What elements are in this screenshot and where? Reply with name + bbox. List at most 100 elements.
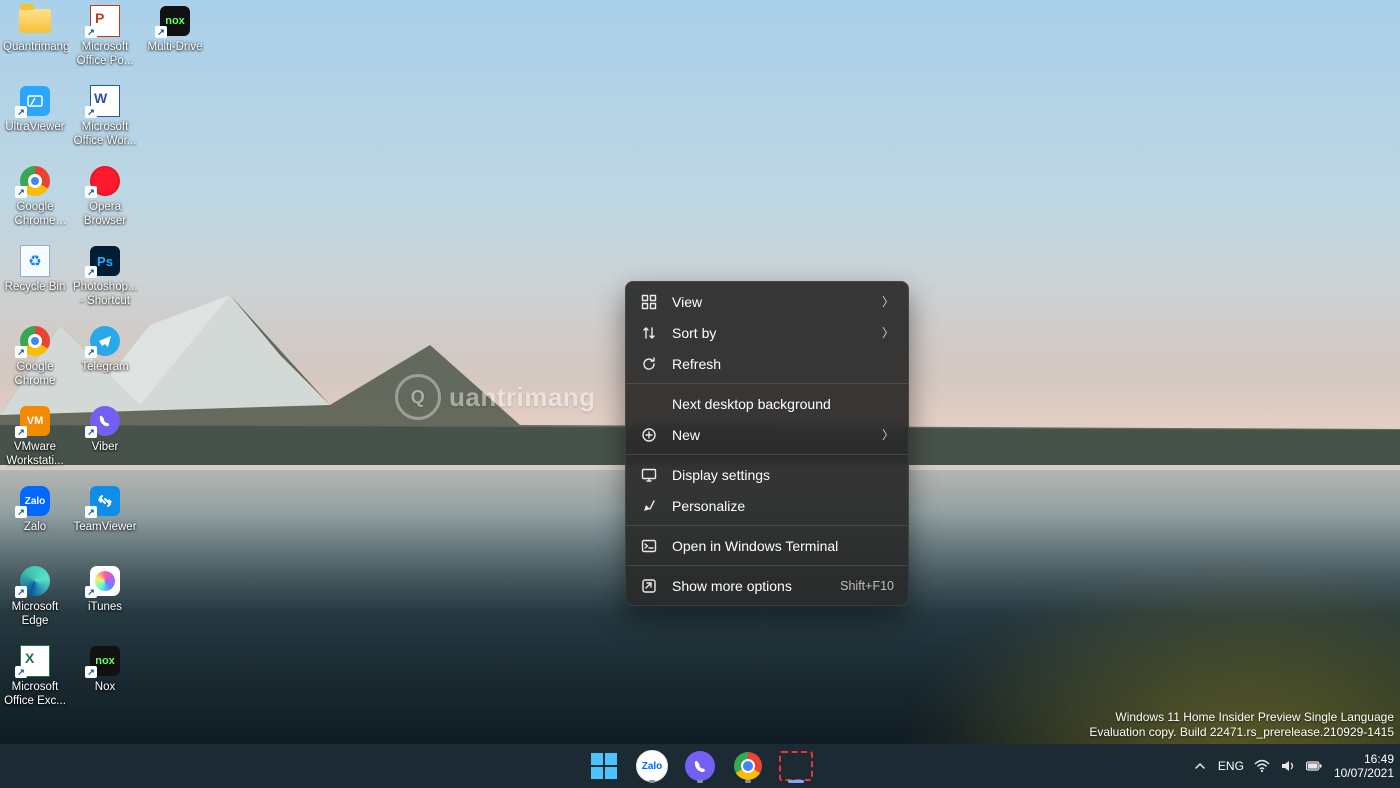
refresh-icon <box>640 355 658 373</box>
context-menu-label: Sort by <box>672 325 868 341</box>
context-menu-view[interactable]: View 〉 <box>626 286 908 317</box>
start-button[interactable] <box>584 746 624 786</box>
desktop-icon-label: Google Chrome Dev <box>2 200 68 228</box>
chrome-icon <box>18 324 52 358</box>
desktop-icon-teamviewer[interactable]: TeamViewer <box>72 484 138 534</box>
taskbar-chrome[interactable] <box>728 746 768 786</box>
desktop-icon-viber[interactable]: Viber <box>72 404 138 454</box>
desktop-icon-edge[interactable]: Microsoft Edge <box>2 564 68 628</box>
desktop-icon-itunes[interactable]: iTunes <box>72 564 138 614</box>
new-icon <box>640 426 658 444</box>
context-menu-next-bg[interactable]: Next desktop background <box>626 388 908 419</box>
desktop-icon-label: Microsoft Office Exc... <box>2 680 68 708</box>
shortcut-overlay-icon <box>15 426 27 438</box>
ms-ppt-icon <box>88 4 122 38</box>
desktop[interactable]: Quantrimang Microsoft Office Po... nox Mult… <box>0 0 1400 788</box>
context-menu-personalize[interactable]: Personalize <box>626 490 908 521</box>
viber-icon <box>88 404 122 438</box>
shortcut-overlay-icon <box>85 266 97 278</box>
desktop-icon-label: Viber <box>72 440 138 454</box>
multi-drive-icon: nox <box>158 4 192 38</box>
context-menu-refresh[interactable]: Refresh <box>626 348 908 379</box>
shortcut-overlay-icon <box>85 186 97 198</box>
desktop-icon-label: iTunes <box>72 600 138 614</box>
wifi-icon[interactable] <box>1254 758 1270 774</box>
taskbar-system-tray[interactable]: ENG 16:49 10/07/2021 <box>1192 744 1394 788</box>
desktop-context-menu[interactable]: View 〉 Sort by 〉 Refresh Next desktop backgro… <box>625 281 909 606</box>
desktop-icon-chrome[interactable]: Google Chrome <box>2 324 68 388</box>
tray-language[interactable]: ENG <box>1218 759 1244 773</box>
desktop-icon-label: Telegram <box>72 360 138 374</box>
context-menu-label: Refresh <box>672 356 894 372</box>
context-menu-separator <box>626 383 908 384</box>
recycle-bin-icon <box>18 244 52 278</box>
view-icon <box>640 293 658 311</box>
desktop-icon-label: Recycle Bin <box>2 280 68 294</box>
taskbar-zalo[interactable]: Zalo <box>632 746 672 786</box>
watermark-line-1: Windows 11 Home Insider Preview Single L… <box>1089 710 1394 725</box>
context-menu-terminal[interactable]: Open in Windows Terminal <box>626 530 908 561</box>
windows-build-watermark: Windows 11 Home Insider Preview Single L… <box>1089 710 1394 740</box>
taskbar-clock[interactable]: 16:49 10/07/2021 <box>1334 752 1394 780</box>
desktop-icon-ms-ppt[interactable]: Microsoft Office Po... <box>72 4 138 68</box>
desktop-icon-ms-excel[interactable]: Microsoft Office Exc... <box>2 644 68 708</box>
context-menu-display[interactable]: Display settings <box>626 459 908 490</box>
shortcut-overlay-icon <box>15 666 27 678</box>
shortcut-overlay-icon <box>85 666 97 678</box>
more-icon <box>640 577 658 595</box>
desktop-icon-opera[interactable]: Opera Browser <box>72 164 138 228</box>
desktop-icon-label: Multi-Drive <box>142 40 208 54</box>
shortcut-overlay-icon <box>15 106 27 118</box>
snipping-tool-icon <box>779 751 813 781</box>
desktop-icon-vmware[interactable]: VMVMware Workstati... <box>2 404 68 468</box>
teamviewer-icon <box>88 484 122 518</box>
windows-logo-icon <box>591 753 617 779</box>
context-menu-label: Open in Windows Terminal <box>672 538 894 554</box>
desktop-icon-quantrimang[interactable]: Quantrimang <box>2 4 68 54</box>
context-menu-sort[interactable]: Sort by 〉 <box>626 317 908 348</box>
desktop-icon-photoshop[interactable]: PsPhotoshop... - Shortcut <box>72 244 138 308</box>
context-menu-separator <box>626 454 908 455</box>
shortcut-overlay-icon <box>15 346 27 358</box>
desktop-icon-label: Google Chrome <box>2 360 68 388</box>
volume-icon[interactable] <box>1280 758 1296 774</box>
desktop-icon-label: Zalo <box>2 520 68 534</box>
desktop-icon-label: Photoshop... - Shortcut <box>72 280 138 308</box>
context-menu-label: Display settings <box>672 467 894 483</box>
desktop-icon-recycle-bin[interactable]: Recycle Bin <box>2 244 68 294</box>
desktop-icon-ultraviewer[interactable]: UltraViewer <box>2 84 68 134</box>
desktop-icon-chrome-dev[interactable]: Google Chrome Dev <box>2 164 68 228</box>
tray-overflow-chevron-icon[interactable] <box>1192 758 1208 774</box>
context-menu-new[interactable]: New〉 <box>626 419 908 450</box>
desktop-icon-zalo[interactable]: ZaloZalo <box>2 484 68 534</box>
taskbar[interactable]: Zalo ENG 16:49 10/07/2021 <box>0 744 1400 788</box>
context-menu-separator <box>626 525 908 526</box>
shortcut-overlay-icon <box>15 186 27 198</box>
desktop-icon-ms-word[interactable]: Microsoft Office Wor... <box>72 84 138 148</box>
context-menu-label: Show more options <box>672 578 826 594</box>
photoshop-icon: Ps <box>88 244 122 278</box>
desktop-icon-telegram[interactable]: Telegram <box>72 324 138 374</box>
context-menu-label: Personalize <box>672 498 894 514</box>
shortcut-overlay-icon <box>85 106 97 118</box>
zalo-icon: Zalo <box>636 750 668 782</box>
shortcut-overlay-icon <box>155 26 167 38</box>
nox-icon: nox <box>88 644 122 678</box>
vmware-icon: VM <box>18 404 52 438</box>
battery-icon[interactable] <box>1306 758 1322 774</box>
chevron-right-icon: 〉 <box>882 324 894 341</box>
watermark-line-2: Evaluation copy. Build 22471.rs_prerelea… <box>1089 725 1394 740</box>
desktop-icon-label: Quantrimang <box>2 40 68 54</box>
taskbar-snipping-tool[interactable] <box>776 746 816 786</box>
context-menu-label: View <box>672 294 868 310</box>
desktop-icon-multi-drive[interactable]: nox Multi-Drive <box>142 4 208 54</box>
taskbar-viber[interactable] <box>680 746 720 786</box>
viber-icon <box>685 751 715 781</box>
ms-word-icon <box>88 84 122 118</box>
chevron-right-icon: 〉 <box>882 293 894 310</box>
chevron-right-icon: 〉 <box>882 426 894 443</box>
clock-date: 10/07/2021 <box>1334 766 1394 780</box>
desktop-icon-nox[interactable]: noxNox <box>72 644 138 694</box>
context-menu-more[interactable]: Show more optionsShift+F10 <box>626 570 908 601</box>
desktop-icon-label: Opera Browser <box>72 200 138 228</box>
